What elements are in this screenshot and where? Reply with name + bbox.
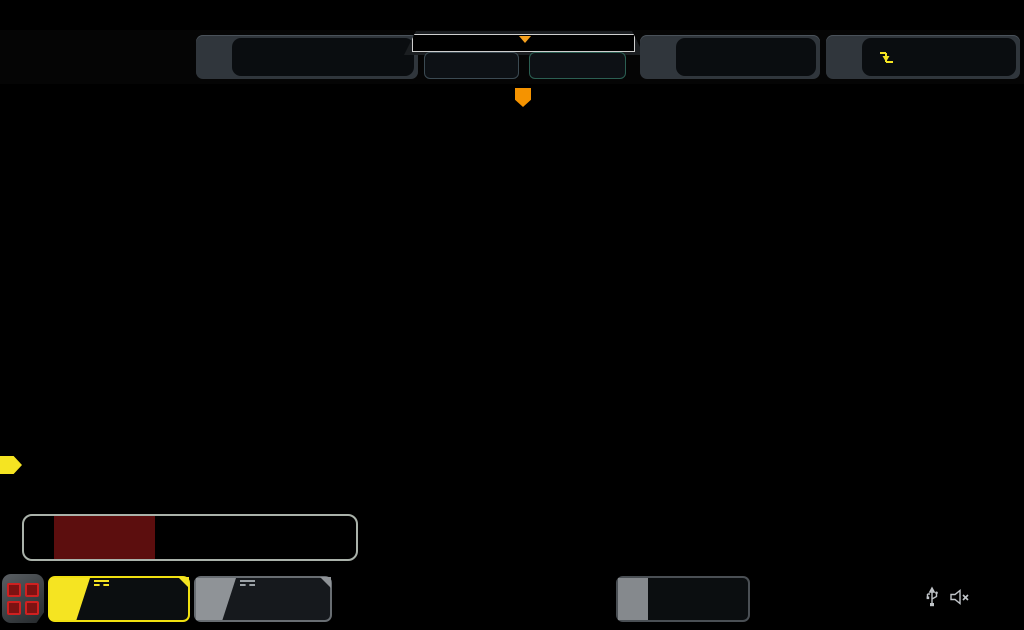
dc-coupling-icon xyxy=(94,580,109,589)
dc-coupling-icon xyxy=(240,580,255,589)
delay-panel[interactable] xyxy=(640,35,820,79)
horizontal-panel[interactable] xyxy=(196,35,418,79)
red-square-icon xyxy=(25,600,39,615)
channel1-status-box[interactable] xyxy=(48,576,190,622)
windows-menu-icon[interactable] xyxy=(2,574,44,623)
status-icons xyxy=(925,586,981,608)
measurement-results-box xyxy=(22,514,358,561)
preview-trigger-position-icon xyxy=(519,36,531,43)
header-bar xyxy=(0,30,1024,84)
falling-edge-icon xyxy=(880,52,893,63)
channel2-tab xyxy=(196,578,236,620)
stop-run-button[interactable] xyxy=(529,52,626,79)
measurement-freq1[interactable] xyxy=(54,516,155,559)
graticule-grid xyxy=(23,88,1020,562)
delay-pill xyxy=(676,38,816,76)
trigger-pill xyxy=(862,38,1016,76)
channel1-position-marker[interactable] xyxy=(0,456,22,474)
trigger-panel[interactable] xyxy=(826,35,1020,79)
measurement-falltime1[interactable] xyxy=(155,516,256,559)
horizontal-pill xyxy=(232,38,414,76)
digital-channels-box[interactable] xyxy=(616,576,750,622)
channel2-status-box[interactable] xyxy=(194,576,332,622)
usb-icon xyxy=(926,586,938,607)
mute-speaker-icon xyxy=(950,589,969,605)
titlebar xyxy=(0,0,1024,30)
waveform-preview-strip[interactable] xyxy=(412,34,635,52)
measure-button[interactable] xyxy=(424,52,519,79)
channel1-tab xyxy=(50,578,90,620)
red-square-icon xyxy=(7,582,21,597)
measurement-risetime1[interactable] xyxy=(255,516,356,559)
red-square-icon xyxy=(7,600,21,615)
graticule-display xyxy=(23,88,1020,562)
red-square-icon xyxy=(25,582,39,597)
digital-tab xyxy=(618,578,648,620)
